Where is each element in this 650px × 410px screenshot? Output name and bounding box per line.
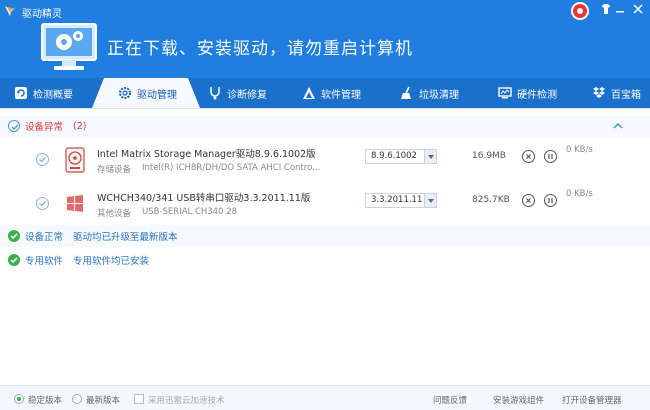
monitor-icon [498, 87, 512, 99]
driver-category: 其他设备 [97, 209, 132, 219]
driver-name: WCHCH340/341 USB转串口驱动3.3.2011.11版 [97, 193, 311, 204]
tab-label: 驱动管理 [137, 89, 177, 101]
tab-diagnose-repair[interactable]: 诊断修复 [194, 78, 288, 108]
mascot-icon[interactable] [571, 2, 589, 20]
driver-device-desc: USB-SERIAL CH340 28 [142, 207, 238, 217]
latest-version-label[interactable]: 最新版本 [86, 394, 120, 406]
check-icon [8, 230, 20, 242]
stable-version-radio[interactable] [14, 394, 24, 404]
latest-version-radio[interactable] [72, 394, 82, 404]
tab-detection-summary[interactable]: 检测概要 [0, 78, 86, 108]
refresh-icon [15, 87, 27, 99]
section-title: 设备异常 [25, 122, 64, 133]
tab-label: 检测概要 [33, 89, 73, 101]
app-name: 驱动精灵 [22, 9, 62, 20]
driver-row: WCHCH340/341 USB转串口驱动3.3.2011.11版 其他设备 U… [0, 183, 650, 227]
stethoscope-icon [210, 87, 220, 100]
driver-name: Intel Matrix Storage Manager驱动8.9.6.1002… [97, 149, 316, 160]
chevron-up-icon[interactable] [612, 120, 624, 132]
version-select[interactable]: 3.3.2011.11 [365, 193, 437, 208]
install-game-components-link[interactable]: 安装游戏组件 [493, 394, 544, 406]
chevron-down-icon[interactable] [424, 150, 436, 163]
tab-software-management[interactable]: 软件管理 [288, 78, 386, 108]
driver-row: Intel Matrix Storage Manager驱动8.9.6.1002… [0, 139, 650, 183]
download-speed: 0 KB/s [566, 189, 593, 199]
cloud-accel-checkbox[interactable] [134, 394, 144, 404]
gear-icon [119, 87, 131, 99]
main-tabs: 检测概要 驱动管理 诊断修复 软件管理 垃圾清理 硬件检测 百宝箱 [0, 78, 650, 108]
tab-hardware-detection[interactable]: 硬件检测 [484, 78, 578, 108]
broom-icon [401, 86, 411, 99]
tab-label: 诊断修复 [227, 89, 267, 101]
dropbox-icon [593, 87, 605, 98]
driver-size: 16.9MB [472, 151, 506, 161]
minimize-button[interactable] [612, 3, 628, 19]
app-header: 驱动精灵 正在下载、安装驱动，请勿重启计算机 [0, 0, 650, 78]
open-device-manager-link[interactable]: 打开设备管理器 [562, 394, 622, 406]
driver-size: 825.7KB [472, 195, 510, 205]
chevron-down-icon[interactable] [424, 194, 436, 207]
close-button[interactable] [630, 3, 646, 19]
tab-driver-management[interactable]: 驱动管理 [92, 78, 200, 108]
section-title: 设备正常 [25, 232, 64, 243]
footer-bar: 稳定版本 最新版本 采用迅雷云加速技术 问题反馈 安装游戏组件 打开设备管理器 [0, 385, 650, 410]
cancel-download-button[interactable] [522, 194, 535, 207]
section-abnormal[interactable]: 设备异常 (2) [0, 115, 650, 137]
driver-select-checkbox[interactable] [36, 197, 49, 210]
tab-junk-cleanup[interactable]: 垃圾清理 [386, 78, 484, 108]
driver-select-checkbox[interactable] [36, 153, 49, 166]
app-logo-icon [5, 6, 16, 16]
section-title: 专用软件 [25, 256, 64, 267]
windows-logo-icon [67, 195, 83, 212]
section-normal[interactable]: 设备正常 驱动均已升级至最新版本 [0, 225, 650, 247]
tab-label: 垃圾清理 [419, 89, 459, 101]
version-value: 8.9.6.1002 [371, 151, 417, 161]
tab-toolbox[interactable]: 百宝箱 [578, 78, 650, 108]
section-software[interactable]: 专用软件 专用软件均已安装 [0, 249, 650, 271]
pause-download-button[interactable] [544, 194, 557, 207]
stable-version-label[interactable]: 稳定版本 [28, 394, 62, 406]
cancel-download-button[interactable] [522, 150, 535, 163]
download-speed: 0 KB/s [566, 145, 593, 155]
hard-disk-icon [65, 147, 85, 173]
feedback-link[interactable]: 问题反馈 [433, 394, 467, 406]
title-bar[interactable]: 驱动精灵 [0, 0, 650, 22]
banner-status-text: 正在下载、安装驱动，请勿重启计算机 [107, 39, 413, 59]
version-value: 3.3.2011.11 [371, 195, 423, 205]
check-icon[interactable] [8, 120, 20, 132]
section-subtitle: 驱动均已升级至最新版本 [73, 232, 178, 243]
tab-label: 软件管理 [321, 89, 361, 101]
driver-device-desc: Intel(R) ICH8R/DH/DO SATA AHCI Contro... [142, 163, 321, 173]
pause-download-button[interactable] [544, 150, 557, 163]
driver-list-panel: 设备异常 (2) Intel Matrix Storage Manager驱动8… [0, 108, 650, 385]
tab-label: 百宝箱 [611, 89, 641, 101]
abnormal-count: (2) [73, 120, 87, 132]
cloud-accel-label: 采用迅雷云加速技术 [148, 396, 225, 406]
driver-category: 存储设备 [97, 165, 132, 175]
version-select[interactable]: 8.9.6.1002 [365, 149, 437, 164]
section-subtitle: 专用软件均已安装 [73, 256, 150, 267]
triangle-logo-icon [303, 87, 315, 99]
monitor-gear-icon [41, 23, 97, 70]
check-icon [8, 254, 20, 266]
tab-label: 硬件检测 [517, 89, 557, 101]
